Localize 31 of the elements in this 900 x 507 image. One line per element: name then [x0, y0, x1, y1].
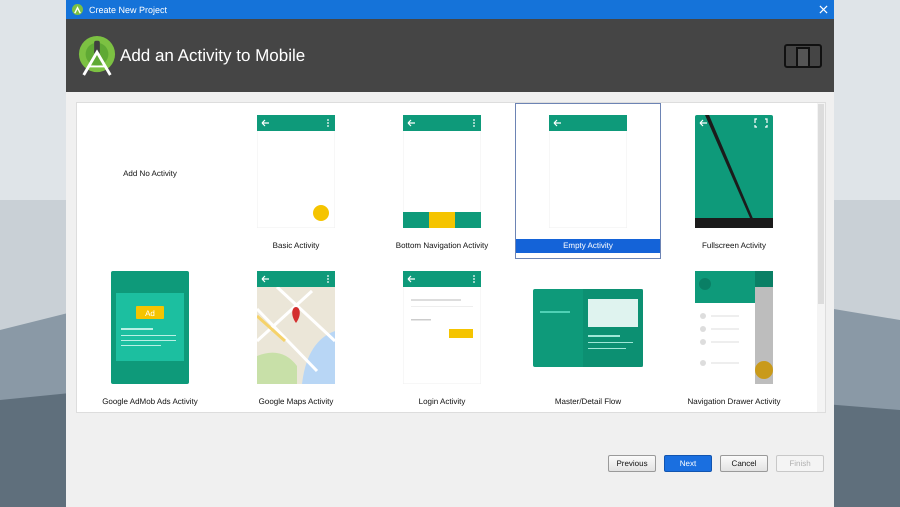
template-label: Fullscreen Activity [700, 240, 768, 252]
template-label: Login Activity [418, 396, 466, 408]
dialog-button[interactable]: Previous [608, 455, 656, 472]
window-title: Create New Project [89, 4, 168, 14]
tablet-phone-icon [784, 44, 822, 68]
template-label: Google AdMob Ads Activity [101, 396, 199, 408]
template-option[interactable]: Add No Activity [77, 103, 223, 259]
close-icon[interactable] [819, 5, 828, 14]
template-option[interactable]: Bottom Navigation Activity [369, 103, 515, 259]
template-label: Master/Detail Flow [554, 396, 622, 408]
template-option[interactable]: Login Activity [369, 259, 515, 412]
scrollbar-thumb[interactable] [818, 104, 824, 304]
android-studio-logo-icon [78, 34, 116, 78]
template-label: Bottom Navigation Activity [394, 240, 490, 252]
template-option[interactable]: Empty Activity [515, 103, 661, 259]
template-option[interactable]: Basic Activity [223, 103, 369, 259]
ad-label: Ad [145, 309, 155, 318]
android-logo-icon [72, 4, 83, 15]
template-label: Empty Activity [516, 239, 660, 253]
page-heading: Add an Activity to Mobile [120, 46, 306, 66]
template-option[interactable]: Master/Detail Flow [515, 259, 661, 412]
template-option[interactable]: Navigation Drawer Activity [661, 259, 807, 412]
template-option[interactable]: Ad Google AdMob Ads Activity [77, 259, 223, 412]
template-label: Basic Activity [272, 240, 320, 252]
dialog-button[interactable]: Next [664, 455, 712, 472]
template-label: Google Maps Activity [258, 396, 334, 408]
template-label: Add No Activity [122, 168, 178, 180]
dialog-button[interactable]: Cancel [720, 455, 768, 472]
template-option[interactable]: Google Maps Activity [223, 259, 369, 412]
template-label: Navigation Drawer Activity [686, 396, 782, 408]
template-option[interactable]: Fullscreen Activity [661, 103, 807, 259]
